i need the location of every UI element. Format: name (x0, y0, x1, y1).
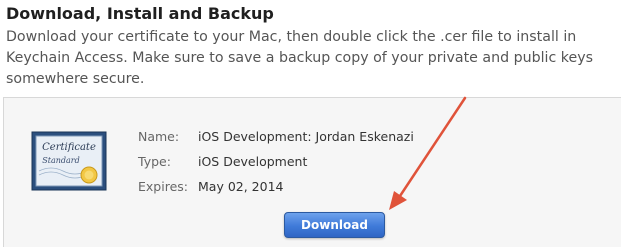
name-label: Name: (138, 129, 180, 144)
expires-value: May 02, 2014 (198, 179, 284, 194)
certificate-expires-row: Expires: May 02, 2014 (138, 178, 414, 203)
certificate-name-row: Name: iOS Development: Jordan Eskenazi (138, 128, 414, 153)
certificate-icon: Certificate Standard (31, 131, 107, 191)
section-description: Download your certificate to your Mac, t… (6, 29, 594, 87)
name-value: iOS Development: Jordan Eskenazi (198, 129, 414, 144)
section-heading: Download, Install and Backup (6, 4, 274, 23)
expires-label: Expires: (138, 179, 188, 194)
certificate-type-row: Type: iOS Development (138, 153, 414, 178)
download-button[interactable]: Download (284, 212, 385, 238)
type-value: iOS Development (198, 154, 308, 169)
certificate-icon-title: Certificate (42, 142, 96, 153)
type-label: Type: (138, 154, 171, 169)
certificate-icon-subtitle: Standard (42, 156, 79, 165)
certificate-details: Name: iOS Development: Jordan Eskenazi Ty… (138, 128, 414, 203)
